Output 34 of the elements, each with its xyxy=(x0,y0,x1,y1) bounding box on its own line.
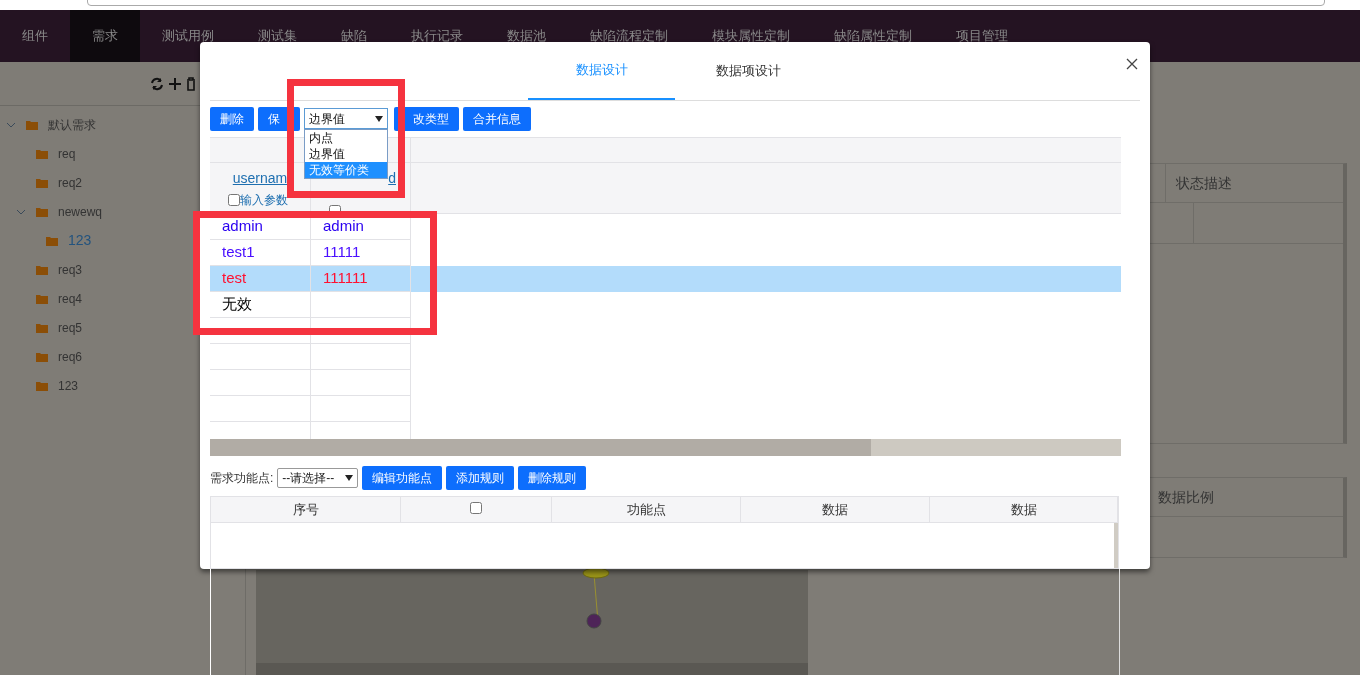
dropdown-option[interactable]: 边界值 xyxy=(305,146,387,162)
rule-button[interactable]: 添加规则 xyxy=(446,466,515,490)
tree-item[interactable]: req2 xyxy=(58,173,83,192)
toolbar-button[interactable]: 合并信息 xyxy=(463,107,531,131)
column-link[interactable]: d xyxy=(388,168,396,189)
column-header: 序号 xyxy=(211,497,401,522)
nav-tab[interactable]: 组件 xyxy=(0,10,70,62)
dropdown-option[interactable]: 内点 xyxy=(305,130,387,146)
tree-item[interactable]: req4 xyxy=(58,289,83,308)
rule-button[interactable]: 删除规则 xyxy=(518,466,587,490)
nav-tab[interactable]: 需求 xyxy=(70,10,140,62)
dialog-tab[interactable]: 数据设计 xyxy=(528,42,675,100)
tree-item[interactable]: newewq xyxy=(58,202,103,221)
column-header: 数据 xyxy=(741,497,930,522)
nav-tab[interactable]: 测试用例 xyxy=(140,10,236,62)
type-select[interactable]: 边界值 xyxy=(304,108,388,129)
dropdown-option[interactable]: 无效等价类 xyxy=(305,162,387,178)
column-link[interactable]: usernam xyxy=(232,168,288,189)
checkbox-label: 输入参数 xyxy=(240,192,288,209)
column-header: 数据比例 xyxy=(1157,487,1215,507)
column-header: 状态描述 xyxy=(1175,173,1233,193)
tree-item[interactable]: 默认需求 xyxy=(48,115,96,134)
column-header: 功能点 xyxy=(552,497,741,522)
tree-item[interactable]: req6 xyxy=(58,347,83,366)
rule-button[interactable]: 编辑功能点 xyxy=(362,466,443,490)
field-label: 需求功能点: xyxy=(210,470,274,487)
tree-item[interactable]: req xyxy=(58,144,76,163)
requirement-select[interactable]: --请选择-- xyxy=(277,468,359,488)
column-header: 数据 xyxy=(930,497,1118,522)
toolbar-button[interactable]: 删除 xyxy=(210,107,254,131)
tree-item[interactable]: 123 xyxy=(58,376,79,395)
tree-item[interactable]: req5 xyxy=(58,318,83,337)
tree-item[interactable]: req3 xyxy=(58,260,83,279)
dialog-tab[interactable]: 数据项设计 xyxy=(675,42,822,100)
